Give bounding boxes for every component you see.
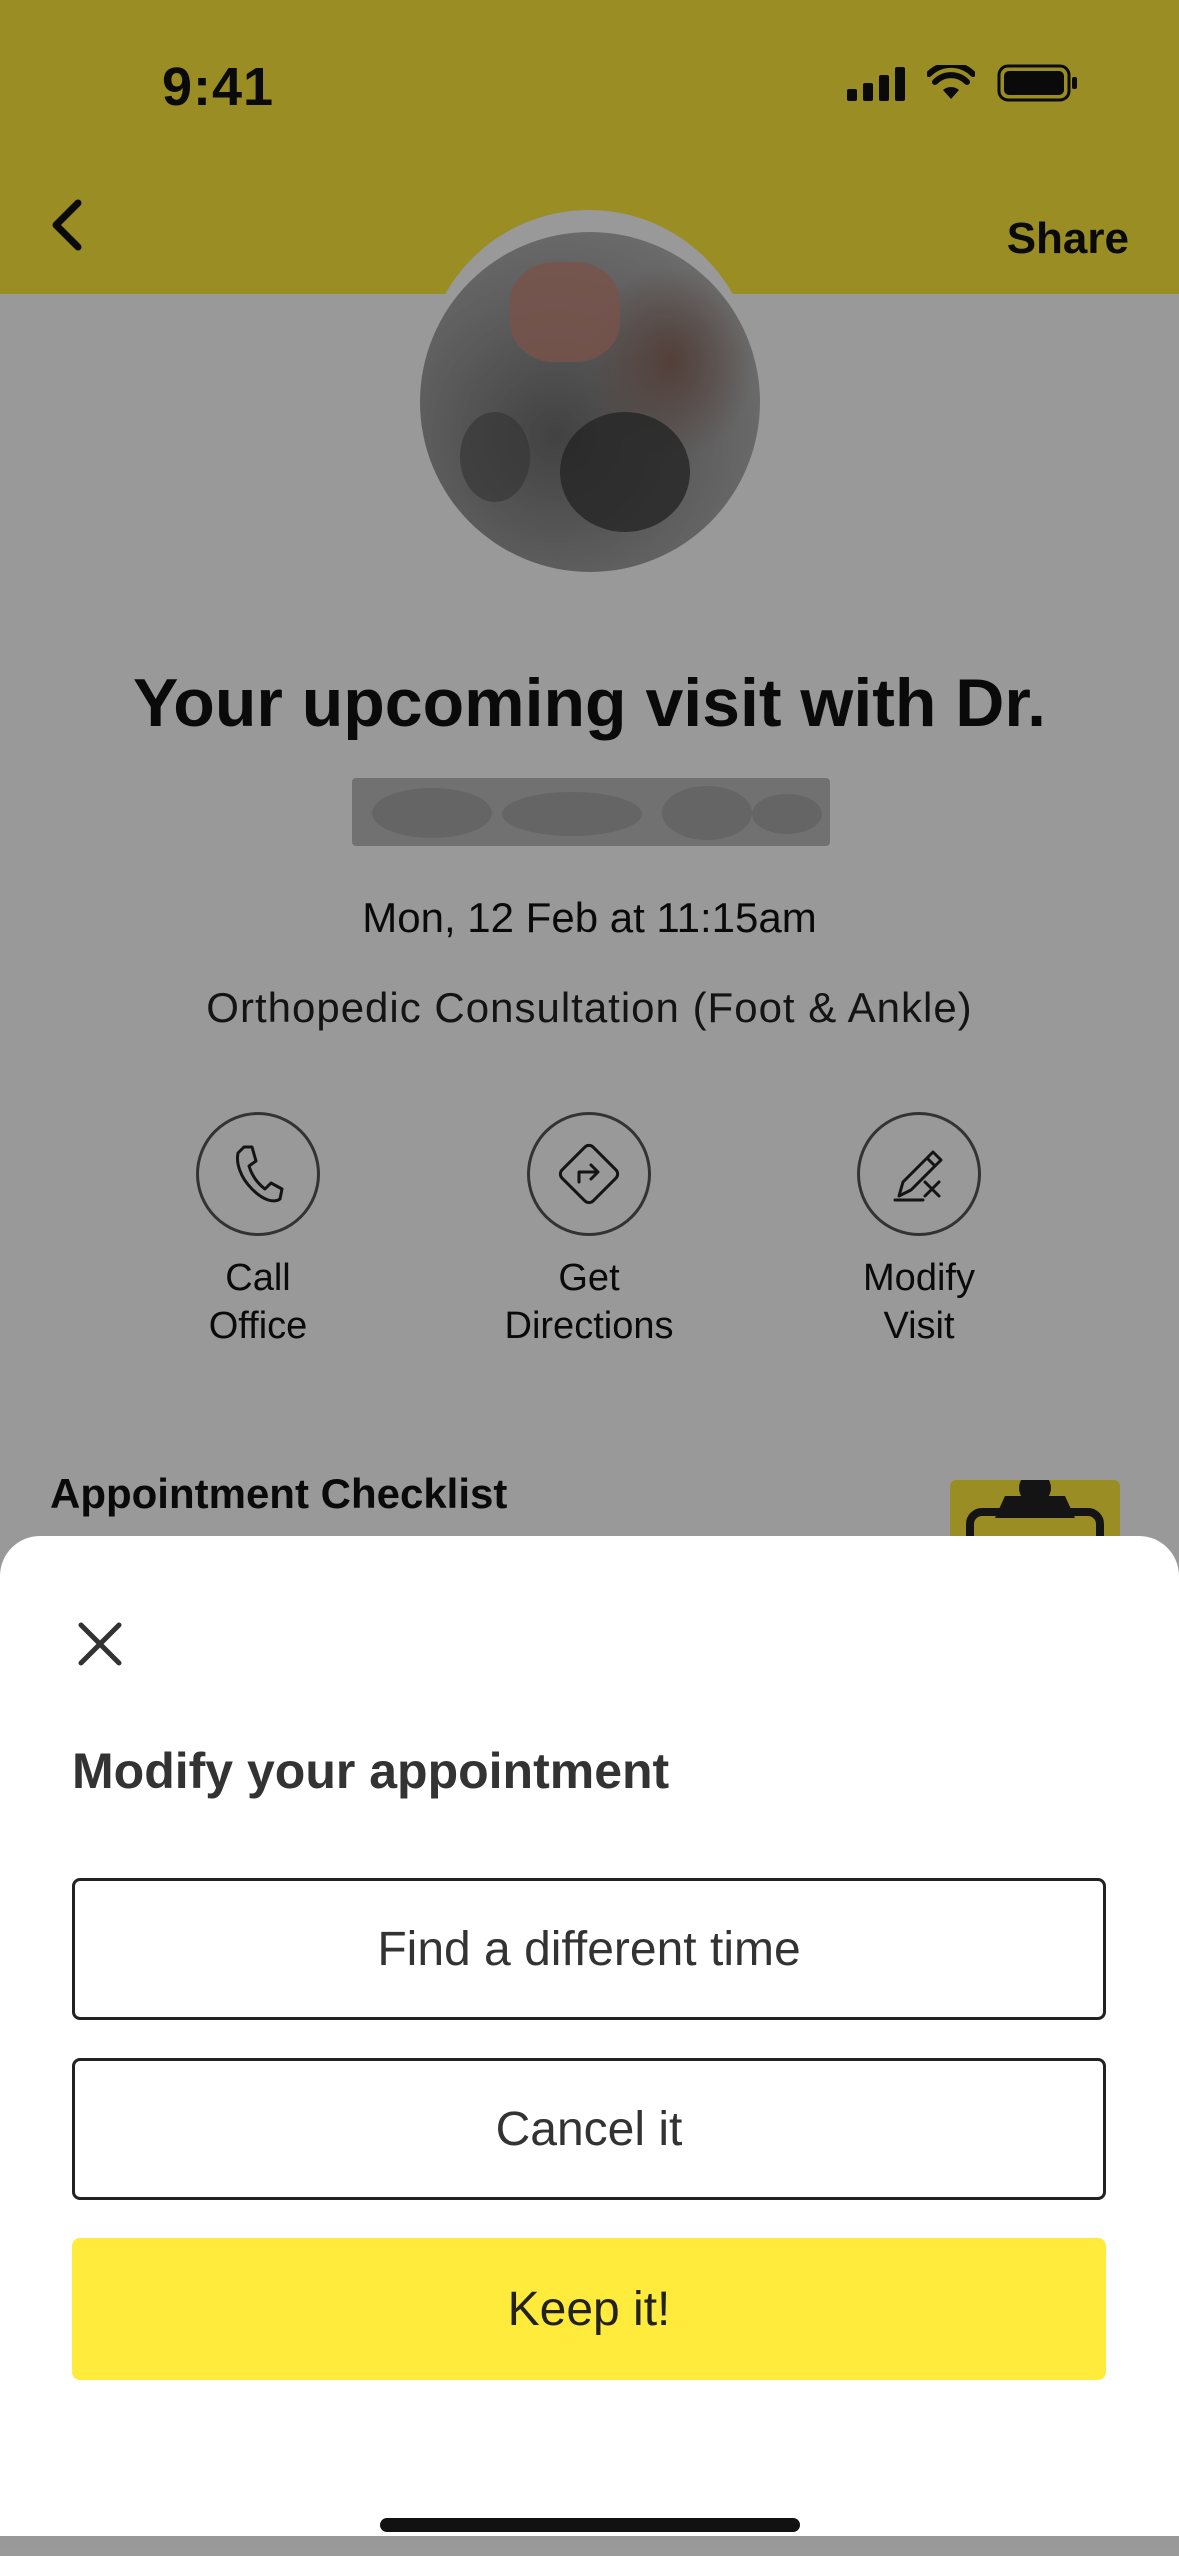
screen: 9:41 Share Your upcoming visit with Dr. … [0,0,1179,2556]
bottom-strip [0,2546,1179,2556]
home-indicator[interactable] [380,2518,800,2532]
cancel-appointment-button[interactable]: Cancel it [72,2058,1106,2200]
modify-appointment-sheet: Modify your appointment Find a different… [0,1536,1179,2536]
close-icon [78,1622,122,1666]
keep-appointment-button[interactable]: Keep it! [72,2238,1106,2380]
sheet-title: Modify your appointment [72,1743,670,1799]
close-button[interactable] [68,1612,132,1676]
find-different-time-button[interactable]: Find a different time [72,1878,1106,2020]
